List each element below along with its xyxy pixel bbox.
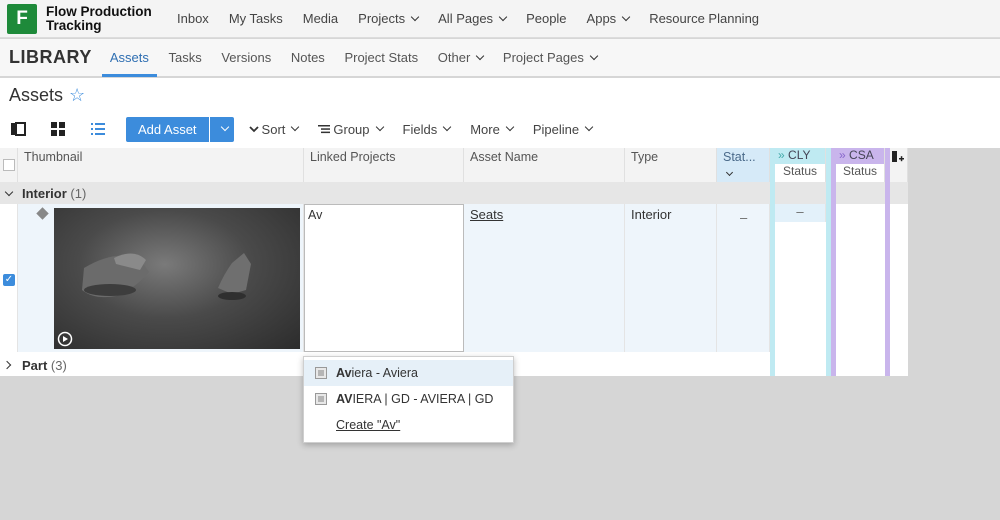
asset-thumbnail[interactable]: [54, 208, 300, 349]
seats-render: [57, 253, 251, 347]
page-title: Assets: [9, 85, 64, 105]
header-thumbnail[interactable]: Thumbnail: [18, 148, 304, 182]
chevron-down-icon: [589, 51, 599, 60]
chevron-down-icon: [220, 122, 230, 132]
pipeline-button[interactable]: Pipeline: [533, 122, 594, 137]
tab-notes[interactable]: Notes: [283, 39, 333, 77]
csa-band: [831, 148, 836, 376]
app-title-line1: Flow Production: [46, 3, 152, 19]
nav-apps[interactable]: Apps: [577, 0, 640, 38]
header-cly-status[interactable]: » CLY Status: [775, 148, 826, 182]
top-navigation-bar: F Flow Production Tracking Inbox My Task…: [0, 0, 1000, 38]
chevron-down-icon: [621, 12, 631, 21]
nav-my-tasks[interactable]: My Tasks: [219, 0, 293, 38]
project-icon: [315, 367, 327, 379]
chevron-down-icon: [498, 12, 508, 21]
row-checkbox[interactable]: ✓: [3, 274, 15, 286]
group-button[interactable]: Group: [318, 122, 384, 137]
sort-icon: [248, 126, 259, 133]
chevron-down-icon: [476, 51, 485, 60]
linked-projects-autocomplete: Av iera - Aviera AV IERA | GD - AVIERA | G…: [303, 356, 514, 443]
nav-all-pages[interactable]: All Pages: [428, 0, 516, 38]
thumbnail-grid-view-icon[interactable]: [50, 121, 66, 137]
list-view-icon[interactable]: [90, 121, 106, 137]
header-csa-status[interactable]: » CSA Status: [836, 148, 885, 182]
header-select-all: [0, 148, 18, 182]
nav-people[interactable]: People: [516, 0, 576, 38]
autocomplete-option[interactable]: Av iera - Aviera: [304, 360, 513, 386]
library-tabs: Assets Tasks Versions Notes Project Stat…: [101, 39, 605, 77]
tab-project-pages[interactable]: Project Pages: [495, 39, 605, 77]
chevron-down-icon: [584, 122, 594, 132]
group-icon: [318, 125, 331, 134]
top-nav: Inbox My Tasks Media Projects All Pages …: [167, 0, 769, 38]
collapse-cly-icon[interactable]: »: [778, 148, 785, 162]
header-type[interactable]: Type: [625, 148, 717, 182]
tab-project-stats[interactable]: Project Stats: [336, 39, 426, 77]
chevron-down-icon: [375, 122, 384, 132]
add-column-icon: [892, 151, 904, 162]
cly-band: [770, 148, 775, 376]
csa-band: [885, 148, 890, 376]
select-all-checkbox[interactable]: [3, 159, 15, 171]
nav-media[interactable]: Media: [293, 0, 348, 38]
project-icon: [315, 393, 327, 405]
more-button[interactable]: More: [470, 122, 515, 137]
add-asset-dropdown-button[interactable]: [209, 116, 234, 142]
add-column-button[interactable]: [890, 148, 908, 182]
list-detail-view-icon[interactable]: [10, 121, 26, 137]
fields-button[interactable]: Fields: [403, 122, 452, 137]
tab-tasks[interactable]: Tasks: [160, 39, 209, 77]
tab-versions[interactable]: Versions: [213, 39, 279, 77]
app-title-line2: Tracking: [46, 17, 102, 33]
chevron-down-icon: [442, 122, 452, 132]
chevron-down-icon: [725, 168, 734, 177]
collapse-csa-icon[interactable]: »: [839, 148, 846, 162]
library-title: LIBRARY: [9, 47, 92, 67]
type-value: Interior: [631, 207, 672, 222]
library-bar: LIBRARY Assets Tasks Versions Notes Proj…: [0, 39, 1000, 77]
chevron-down-icon: [4, 187, 14, 197]
cube-icon: [36, 207, 49, 220]
header-status[interactable]: Stat...: [717, 148, 770, 182]
autocomplete-option[interactable]: AV IERA | GD - AVIERA | GD: [304, 386, 513, 412]
tab-assets[interactable]: Assets: [101, 39, 157, 77]
page-header: Assets ☆ Add Asset Sort Group Fields More…: [0, 78, 1000, 148]
cly-status-cell[interactable]: –: [775, 204, 826, 222]
asset-name-cell: Seats: [464, 204, 625, 352]
tab-other[interactable]: Other: [430, 39, 492, 77]
chevron-right-icon: [2, 360, 12, 370]
chevron-down-icon: [505, 122, 515, 132]
chevron-down-icon: [291, 122, 300, 132]
add-asset-button[interactable]: Add Asset: [126, 116, 209, 142]
logo-icon: F: [7, 3, 37, 34]
sort-button[interactable]: Sort: [248, 122, 300, 137]
linked-projects-cell[interactable]: Av: [304, 204, 464, 352]
favorite-star-icon[interactable]: ☆: [69, 85, 85, 105]
type-cell: Interior: [625, 204, 717, 352]
linked-projects-input[interactable]: Av: [308, 208, 322, 222]
nav-resource-planning[interactable]: Resource Planning: [639, 0, 769, 38]
chevron-down-icon: [410, 12, 420, 21]
header-linked-projects[interactable]: Linked Projects: [304, 148, 464, 182]
app-logo[interactable]: F Flow Production Tracking: [7, 3, 167, 34]
row-select-cell: ✓: [0, 204, 18, 352]
status-cell[interactable]: –: [717, 204, 770, 352]
header-asset-name[interactable]: Asset Name: [464, 148, 625, 182]
nav-inbox[interactable]: Inbox: [167, 0, 219, 38]
toolbar: Add Asset Sort Group Fields More Pipelin…: [0, 116, 1000, 142]
create-option[interactable]: Create "Av": [304, 412, 513, 438]
asset-name-link[interactable]: Seats: [470, 207, 503, 222]
nav-projects[interactable]: Projects: [348, 0, 428, 38]
